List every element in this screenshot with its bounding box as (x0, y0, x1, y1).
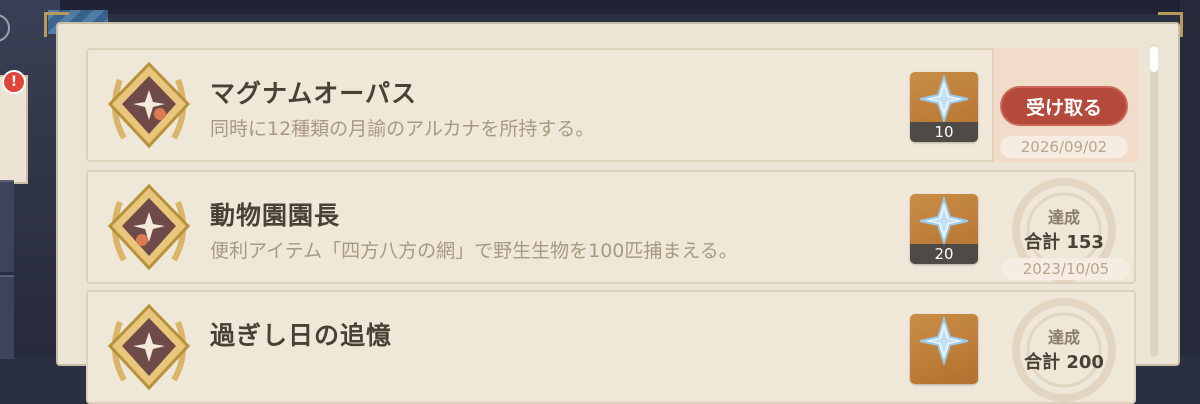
reward-item[interactable]: 20 (910, 194, 978, 264)
achievement-description: 同時に12種類の月諭のアルカナを所持する。 (210, 118, 595, 140)
scrollbar-track[interactable] (1150, 44, 1158, 357)
achievement-title: 過ぎし日の追憶 (210, 321, 393, 350)
right-background (1180, 0, 1200, 357)
scrollbar-thumb[interactable] (1150, 46, 1158, 72)
category-tab[interactable] (0, 275, 14, 359)
claim-button[interactable]: 受け取る (1000, 86, 1128, 126)
achievement-title: 動物園園長 (210, 201, 341, 230)
achievement-medal-icon (107, 183, 191, 271)
achievement-row: 動物園園長 便利アイテム「四方八方の網」で野生生物を100匹捕まえる。 20 達… (86, 170, 1136, 284)
top-bar (0, 0, 1200, 14)
achievement-medal-icon (107, 61, 191, 149)
alert-badge-icon: ! (2, 70, 26, 94)
primogem-icon (919, 197, 969, 245)
achievement-title: マグナムオーパス (210, 79, 418, 108)
achieved-label: 達成 (1047, 328, 1080, 347)
reward-item[interactable]: 10 (910, 72, 978, 142)
achievement-total: 合計 153 (1024, 232, 1104, 253)
reward-quantity: 20 (910, 244, 978, 264)
category-tab[interactable] (0, 180, 14, 272)
achievement-row: マグナムオーパス 同時に12種類の月諭のアルカナを所持する。 10 受け取る 2… (86, 48, 1138, 162)
corner-ornament (1158, 12, 1183, 37)
achieved-label: 達成 (1047, 208, 1080, 227)
primogem-icon (919, 317, 969, 365)
achievement-total: 合計 200 (1024, 352, 1104, 373)
reward-quantity: 10 (910, 122, 978, 142)
reward-item[interactable] (910, 314, 978, 384)
achievement-row: 過ぎし日の追憶 達成 合計 200 (86, 290, 1136, 404)
primogem-icon (919, 75, 969, 123)
achievement-date: 2023/10/05 (1002, 258, 1130, 280)
corner-ornament (44, 12, 69, 37)
achievement-medal-icon (107, 303, 191, 391)
achievement-description: 便利アイテム「四方八方の網」で野生生物を100匹捕まえる。 (210, 240, 738, 262)
achievement-date: 2026/09/02 (1000, 136, 1128, 158)
